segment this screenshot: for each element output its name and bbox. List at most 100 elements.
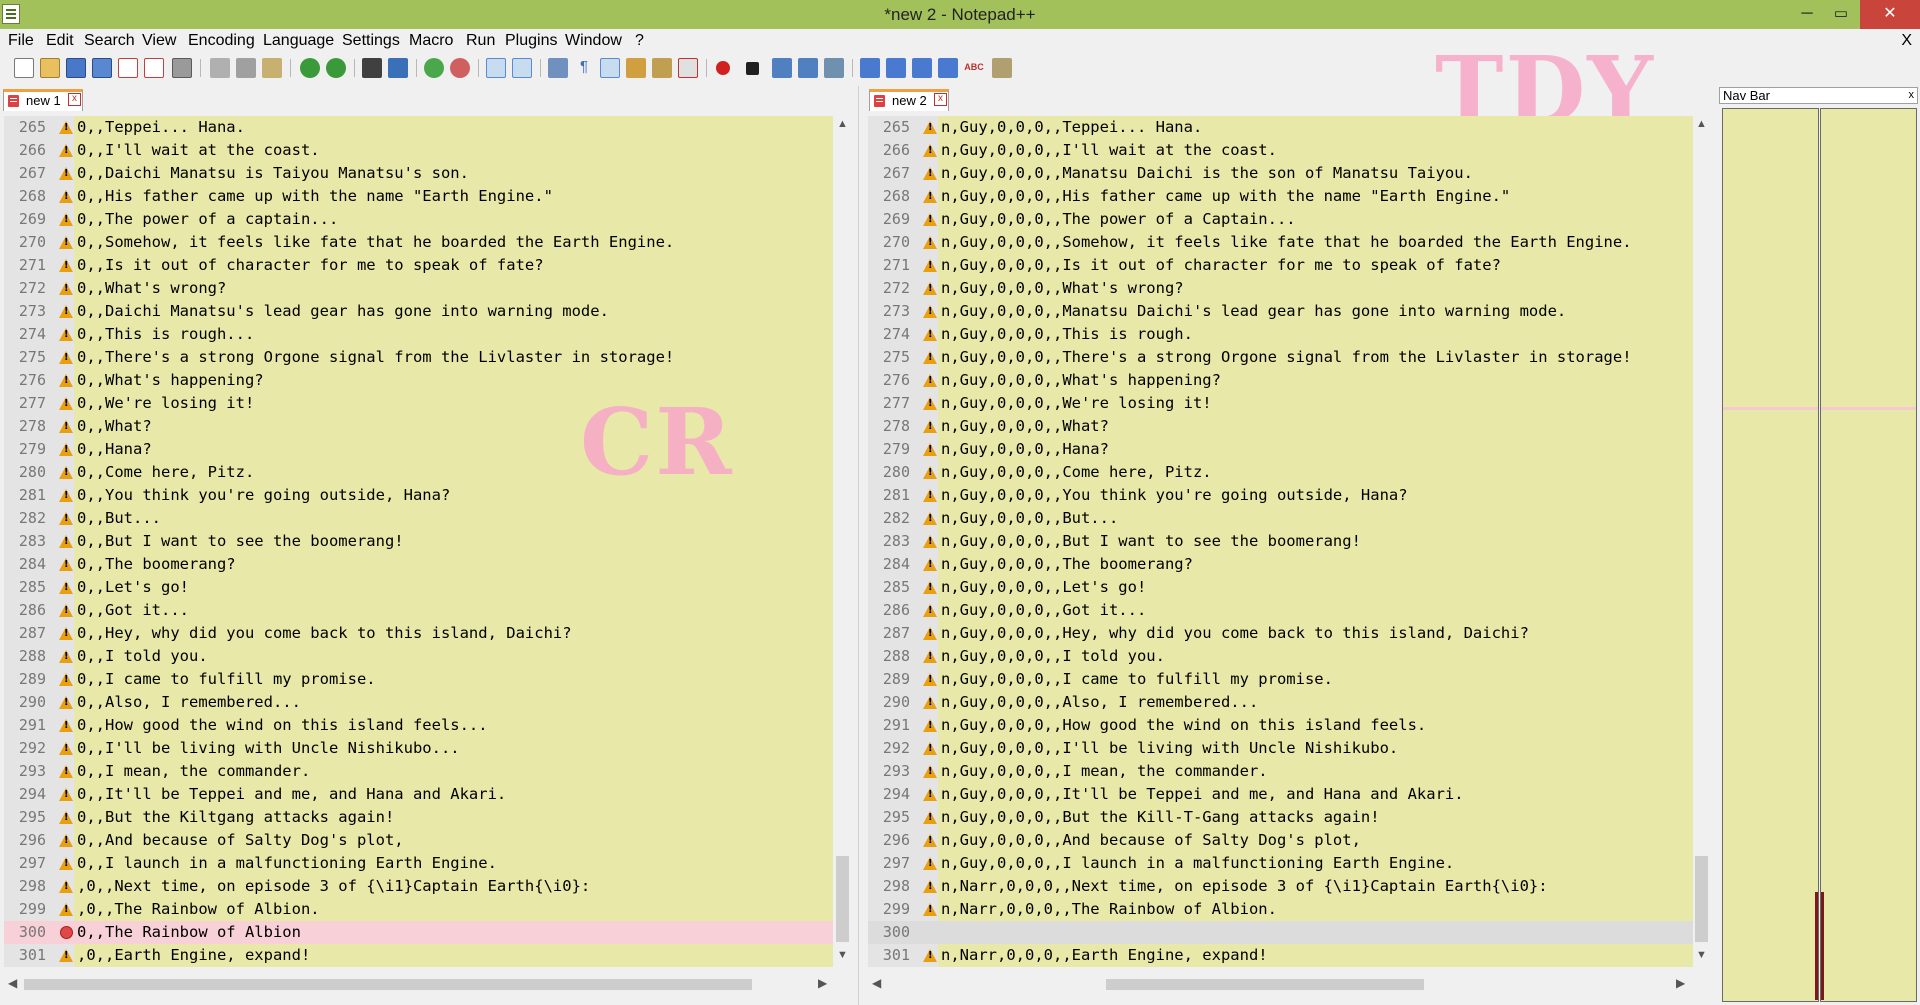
left-editor[interactable]: 265 0,,Teppei... Hana. 266 0,,I'll wait at …	[4, 116, 833, 967]
editor-line[interactable]: 293 0,,I mean, the commander.	[4, 760, 833, 783]
menu-view[interactable]: View	[142, 32, 176, 50]
editor-line[interactable]: 266 0,,I'll wait at the coast.	[4, 139, 833, 162]
editor-line[interactable]: 272 0,,What's wrong?	[4, 277, 833, 300]
editor-line[interactable]: 287 0,,Hey, why did you come back to this…	[4, 622, 833, 645]
editor-line[interactable]: 289 0,,I came to fulfill my promise.	[4, 668, 833, 691]
cut-icon[interactable]	[210, 58, 230, 78]
editor-line[interactable]: 277 n,Guy,0,0,0,,We're losing it!	[868, 392, 1693, 415]
editor-line[interactable]: 294 n,Guy,0,0,0,,It'll be Teppei and me, …	[868, 783, 1693, 806]
editor-line[interactable]: 265 n,Guy,0,0,0,,Teppei... Hana.	[868, 116, 1693, 139]
editor-line[interactable]: 274 0,,This is rough...	[4, 323, 833, 346]
editor-line[interactable]: 268 n,Guy,0,0,0,,His father came up with …	[868, 185, 1693, 208]
editor-line[interactable]: 293 n,Guy,0,0,0,,I mean, the commander.	[868, 760, 1693, 783]
copy-icon[interactable]	[236, 58, 256, 78]
maximize-button[interactable]: ▭	[1818, 0, 1864, 29]
editor-line[interactable]: 284 n,Guy,0,0,0,,The boomerang?	[868, 553, 1693, 576]
editor-line[interactable]: 301 n,Narr,0,0,0,,Earth Engine, expand!	[868, 944, 1693, 967]
menu-encoding[interactable]: Encoding	[188, 32, 255, 50]
editor-line[interactable]: 292 n,Guy,0,0,0,,I'll be living with Uncl…	[868, 737, 1693, 760]
menu-file[interactable]: File	[8, 32, 34, 50]
scroll-thumb[interactable]	[1106, 979, 1424, 990]
close-all-icon[interactable]	[144, 58, 164, 78]
scroll-up-arrow-icon[interactable]: ▲	[837, 118, 848, 130]
save-icon[interactable]	[66, 58, 86, 78]
editor-line[interactable]: 299 n,Narr,0,0,0,,The Rainbow of Albion.	[868, 898, 1693, 921]
editor-line[interactable]: 301 ,0,,Earth Engine, expand!	[4, 944, 833, 967]
editor-line[interactable]: 272 n,Guy,0,0,0,,What's wrong?	[868, 277, 1693, 300]
tab-close-icon[interactable]: x	[68, 93, 81, 106]
playback-macro-icon[interactable]	[772, 58, 792, 78]
editor-line[interactable]: 298 ,0,,Next time, on episode 3 of {\i1}C…	[4, 875, 833, 898]
editor-line[interactable]: 291 n,Guy,0,0,0,,How good the wind on thi…	[868, 714, 1693, 737]
pane-splitter[interactable]	[858, 86, 866, 1005]
editor-line[interactable]: 267 n,Guy,0,0,0,,Manatsu Daichi is the so…	[868, 162, 1693, 185]
menu-search[interactable]: Search	[84, 32, 135, 50]
document-map-icon[interactable]	[626, 58, 646, 78]
record-macro-icon[interactable]	[716, 61, 730, 75]
scroll-thumb[interactable]	[24, 979, 752, 990]
right-vertical-scrollbar[interactable]: ▲ ▼	[1693, 116, 1710, 965]
editor-line[interactable]: 274 n,Guy,0,0,0,,This is rough.	[868, 323, 1693, 346]
menu-language[interactable]: Language	[263, 32, 334, 50]
sync-horizontal-scroll-icon[interactable]	[512, 58, 532, 78]
compare-last-diff-icon[interactable]	[938, 58, 958, 78]
editor-line[interactable]: 269 n,Guy,0,0,0,,The power of a Captain..…	[868, 208, 1693, 231]
editor-line[interactable]: 299 ,0,,The Rainbow of Albion.	[4, 898, 833, 921]
scroll-right-arrow-icon[interactable]: ▶	[818, 976, 827, 990]
print-icon[interactable]	[172, 58, 192, 78]
editor-line[interactable]: 282 n,Guy,0,0,0,,But...	[868, 507, 1693, 530]
editor-line[interactable]: 295 n,Guy,0,0,0,,But the Kill-T-Gang atta…	[868, 806, 1693, 829]
editor-line[interactable]: 287 n,Guy,0,0,0,,Hey, why did you come ba…	[868, 622, 1693, 645]
run-macro-multiple-icon[interactable]	[798, 58, 818, 78]
editor-line[interactable]: 280 n,Guy,0,0,0,,Come here, Pitz.	[868, 461, 1693, 484]
editor-line[interactable]: 266 n,Guy,0,0,0,,I'll wait at the coast.	[868, 139, 1693, 162]
editor-line[interactable]: 300	[868, 921, 1693, 944]
editor-line[interactable]: 294 0,,It'll be Teppei and me, and Hana a…	[4, 783, 833, 806]
word-wrap-icon[interactable]	[548, 58, 568, 78]
menu-settings[interactable]: Settings	[342, 32, 400, 50]
editor-line[interactable]: 288 0,,I told you.	[4, 645, 833, 668]
editor-line[interactable]: 275 0,,There's a strong Orgone signal fro…	[4, 346, 833, 369]
scroll-thumb[interactable]	[836, 856, 849, 942]
editor-line[interactable]: 298 n,Narr,0,0,0,,Next time, on episode 3…	[868, 875, 1693, 898]
menu-plugins[interactable]: Plugins	[505, 32, 557, 50]
plugin-tool-icon[interactable]	[992, 58, 1012, 78]
editor-line[interactable]: 284 0,,The boomerang?	[4, 553, 833, 576]
replace-icon[interactable]	[388, 58, 408, 78]
editor-line[interactable]: 291 0,,How good the wind on this island f…	[4, 714, 833, 737]
editor-line[interactable]: 290 n,Guy,0,0,0,,Also, I remembered...	[868, 691, 1693, 714]
right-horizontal-scrollbar[interactable]: ◀ ▶	[868, 975, 1694, 993]
tab-new-1[interactable]: new 1 x	[3, 89, 83, 111]
scroll-thumb[interactable]	[1695, 856, 1708, 942]
menu-edit[interactable]: Edit	[46, 32, 74, 50]
save-all-icon[interactable]	[92, 58, 112, 78]
scroll-right-arrow-icon[interactable]: ▶	[1676, 976, 1685, 990]
menu-help[interactable]: ?	[635, 32, 644, 50]
show-all-characters-icon[interactable]: ¶	[574, 58, 594, 78]
editor-line[interactable]: 285 n,Guy,0,0,0,,Let's go!	[868, 576, 1693, 599]
editor-line[interactable]: 278 n,Guy,0,0,0,,What?	[868, 415, 1693, 438]
zoom-in-icon[interactable]	[424, 58, 444, 78]
compare-prev-diff-icon[interactable]	[886, 58, 906, 78]
scroll-down-arrow-icon[interactable]: ▼	[837, 949, 848, 961]
editor-line[interactable]: 296 n,Guy,0,0,0,,And because of Salty Dog…	[868, 829, 1693, 852]
new-file-icon[interactable]	[14, 58, 34, 78]
editor-line[interactable]: 271 n,Guy,0,0,0,,Is it out of character f…	[868, 254, 1693, 277]
menu-run[interactable]: Run	[466, 32, 495, 50]
function-list-icon[interactable]	[652, 58, 672, 78]
editor-line[interactable]: 282 0,,But...	[4, 507, 833, 530]
scroll-down-arrow-icon[interactable]: ▼	[1696, 949, 1707, 961]
stop-recording-icon[interactable]	[746, 62, 759, 75]
compare-next-diff-icon[interactable]	[912, 58, 932, 78]
editor-line[interactable]: 286 0,,Got it...	[4, 599, 833, 622]
find-icon[interactable]	[362, 58, 382, 78]
indent-guide-icon[interactable]	[600, 58, 620, 78]
editor-line[interactable]: 295 0,,But the Kiltgang attacks again!	[4, 806, 833, 829]
zoom-out-icon[interactable]	[450, 58, 470, 78]
menu-window[interactable]: Window	[565, 32, 622, 50]
scroll-left-arrow-icon[interactable]: ◀	[8, 976, 17, 990]
nav-bar-close-icon[interactable]: x	[1909, 88, 1915, 103]
scroll-up-arrow-icon[interactable]: ▲	[1696, 118, 1707, 130]
editor-line[interactable]: 269 0,,The power of a captain...	[4, 208, 833, 231]
editor-line[interactable]: 276 n,Guy,0,0,0,,What's happening?	[868, 369, 1693, 392]
